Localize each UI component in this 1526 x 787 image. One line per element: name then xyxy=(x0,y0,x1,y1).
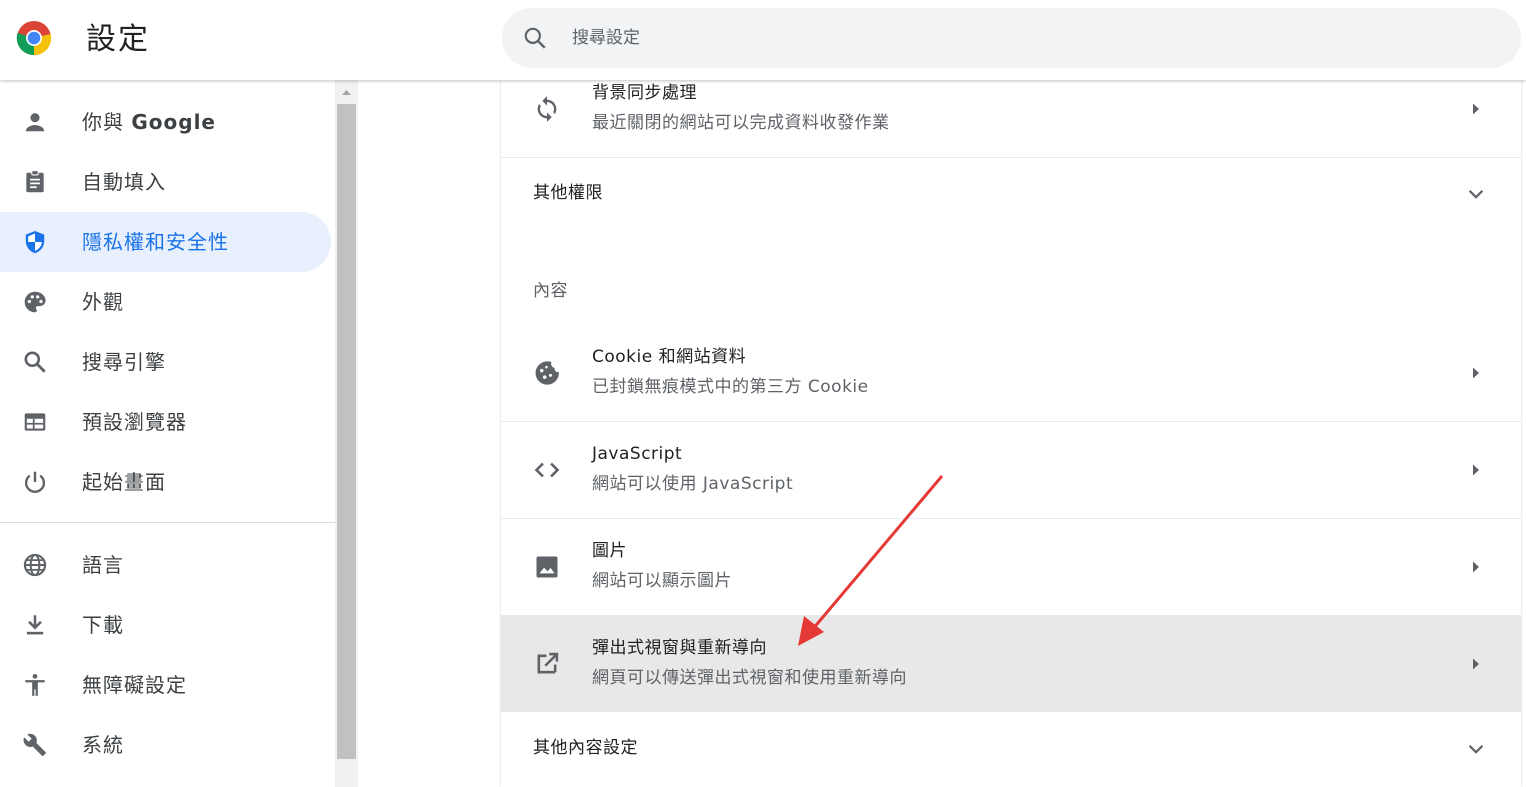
sidebar-item-label: 隱私權和安全性 xyxy=(82,230,229,254)
sidebar-item-system[interactable]: 系統 xyxy=(0,715,331,775)
sidebar-item-label: 自動填入 xyxy=(82,170,166,194)
row-title: Cookie 和網站資料 xyxy=(592,347,747,367)
images-row[interactable]: 圖片 網站可以顯示圖片 xyxy=(501,519,1521,615)
chevron-down-icon xyxy=(1468,190,1484,199)
sidebar-item-label: 無障礙設定 xyxy=(82,673,187,697)
background-sync-row[interactable]: 背景同步處理 最近關閉的網站可以完成資料收發作業 xyxy=(501,80,1521,157)
download-icon xyxy=(26,615,44,635)
sidebar-item-label: 起始畫面 xyxy=(82,470,166,494)
sidebar-item-downloads[interactable]: 下載 xyxy=(0,595,331,655)
sidebar-item-you-and-google[interactable]: 你與 Google xyxy=(0,92,331,152)
cookie-icon xyxy=(535,361,559,385)
accessibility-icon xyxy=(25,673,45,696)
sidebar-item-label: 系統 xyxy=(82,733,124,757)
sidebar-item-label: 預設瀏覽器 xyxy=(82,410,187,434)
row-subtitle: 最近關閉的網站可以完成資料收發作業 xyxy=(592,113,890,133)
expander-title: 其他內容設定 xyxy=(533,738,638,758)
open-in-new-icon xyxy=(537,652,559,674)
row-title: 背景同步處理 xyxy=(592,83,697,103)
row-title: JavaScript xyxy=(592,444,683,464)
sidebar-divider xyxy=(0,522,335,523)
arrow-right-icon xyxy=(1473,103,1479,115)
row-title: 圖片 xyxy=(592,541,627,561)
page-title: 設定 xyxy=(86,22,150,57)
chevron-down-icon xyxy=(1468,745,1484,754)
arrow-right-icon xyxy=(1473,367,1479,379)
sidebar-item-accessibility[interactable]: 無障礙設定 xyxy=(0,655,331,715)
javascript-row[interactable]: JavaScript 網站可以使用 JavaScript xyxy=(501,422,1521,518)
sync-icon xyxy=(537,96,557,122)
row-subtitle: 網頁可以傳送彈出式視窗和使用重新導向 xyxy=(592,668,907,688)
sidebar-item-label: 外觀 xyxy=(82,290,124,314)
sidebar-item-search-engine[interactable]: 搜尋引擎 xyxy=(0,332,331,392)
chrome-logo-icon xyxy=(16,21,52,56)
row-subtitle: 網站可以顯示圖片 xyxy=(592,571,732,591)
wrench-icon xyxy=(23,733,46,757)
sidebar-item-languages[interactable]: 語言 xyxy=(0,535,331,595)
sidebar-item-on-startup[interactable]: 起始畫面 xyxy=(0,452,331,512)
section-title-content: 內容 xyxy=(533,281,568,301)
search-icon xyxy=(524,27,546,49)
row-title: 彈出式視窗與重新導向 xyxy=(592,638,767,658)
arrow-right-icon xyxy=(1473,561,1479,573)
person-icon xyxy=(25,113,45,132)
sidebar-item-appearance[interactable]: 外觀 xyxy=(0,272,331,332)
header-bar: 設定 xyxy=(0,0,1526,80)
scrollbar-thumb[interactable] xyxy=(337,104,356,759)
browser-icon xyxy=(24,413,46,431)
sidebar-item-label: 下載 xyxy=(82,613,124,637)
sidebar-item-label: 語言 xyxy=(82,553,124,577)
shield-icon xyxy=(25,230,45,254)
clipboard-icon xyxy=(26,170,44,193)
expander-title: 其他權限 xyxy=(533,183,603,203)
sidebar: 你與 Google 自動填入 隱私權和安全性 外觀 搜尋引擎 預設瀏覽器 起始畫… xyxy=(0,80,335,787)
search-icon xyxy=(24,351,46,373)
arrow-right-icon xyxy=(1473,658,1479,670)
sidebar-item-default-browser[interactable]: 預設瀏覽器 xyxy=(0,392,331,452)
cookies-row[interactable]: Cookie 和網站資料 已封鎖無痕模式中的第三方 Cookie xyxy=(501,325,1521,421)
search-box[interactable] xyxy=(502,8,1521,68)
settings-card: 背景同步處理 最近關閉的網站可以完成資料收發作業 其他權限 內容 Cookie … xyxy=(501,80,1521,787)
image-icon xyxy=(536,556,558,578)
power-icon xyxy=(24,471,46,493)
sidebar-item-label: 你與 Google xyxy=(82,110,216,134)
scroll-up-arrow-icon[interactable] xyxy=(335,80,358,104)
sidebar-scrollbar[interactable] xyxy=(335,80,358,787)
row-subtitle: 網站可以使用 JavaScript xyxy=(592,474,794,494)
globe-icon xyxy=(23,553,47,577)
sidebar-item-privacy-security[interactable]: 隱私權和安全性 xyxy=(0,212,331,272)
more-permissions-expander[interactable]: 其他權限 xyxy=(501,158,1521,228)
arrow-right-icon xyxy=(1473,464,1479,476)
popups-redirects-row[interactable]: 彈出式視窗與重新導向 網頁可以傳送彈出式視窗和使用重新導向 xyxy=(501,615,1521,712)
row-subtitle: 已封鎖無痕模式中的第三方 Cookie xyxy=(592,377,869,397)
more-content-settings-expander[interactable]: 其他內容設定 xyxy=(501,712,1521,787)
search-input[interactable] xyxy=(572,22,1472,54)
code-icon xyxy=(534,462,560,478)
palette-icon xyxy=(24,291,46,313)
sidebar-item-label: 搜尋引擎 xyxy=(82,350,166,374)
sidebar-item-autofill[interactable]: 自動填入 xyxy=(0,152,331,212)
